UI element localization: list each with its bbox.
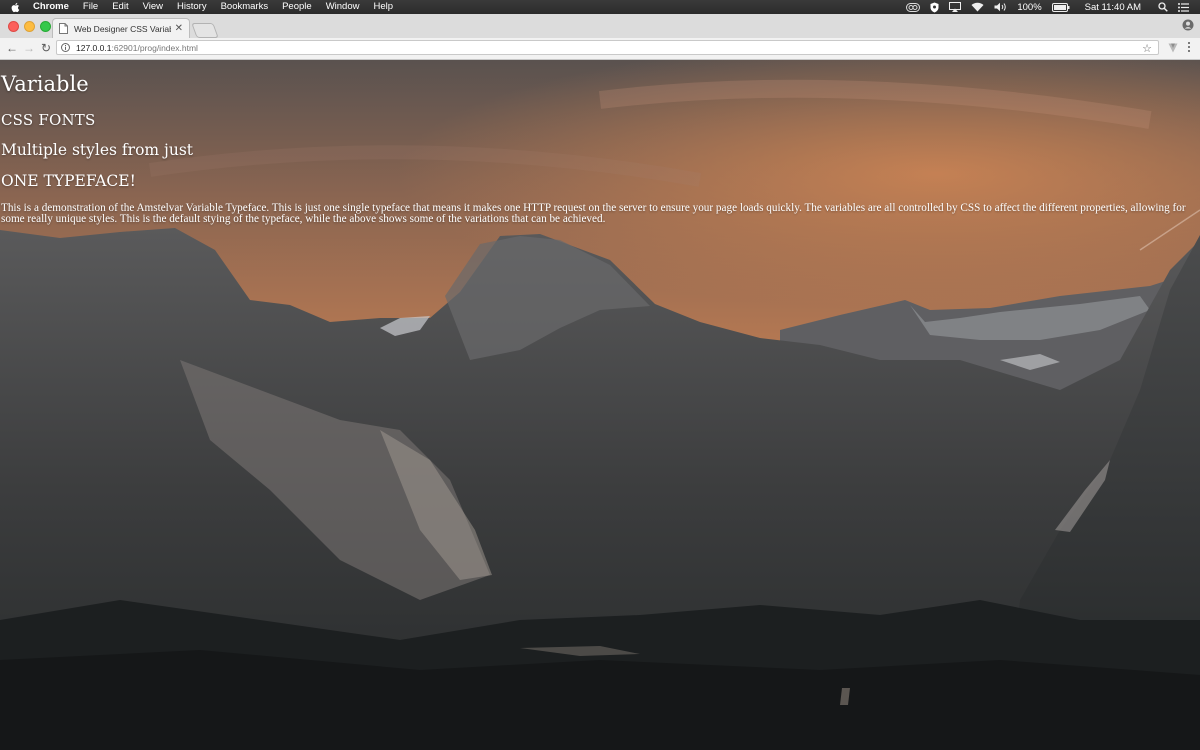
browser-menu-icon[interactable] [1188, 42, 1191, 54]
tab-title: Web Designer CSS Variable Fo [74, 23, 171, 34]
menu-view[interactable]: View [136, 0, 170, 14]
shield-icon[interactable] [930, 2, 939, 13]
menu-bookmarks[interactable]: Bookmarks [214, 0, 276, 14]
profile-icon[interactable] [1182, 19, 1194, 31]
heading-variable: Variable [1, 72, 89, 96]
reload-icon[interactable]: ↻ [40, 42, 52, 54]
bookmark-star-icon[interactable]: ☆ [1142, 42, 1152, 55]
wifi-icon[interactable] [971, 2, 984, 12]
menu-file[interactable]: File [76, 0, 105, 14]
info-icon[interactable] [61, 43, 70, 52]
menu-app-chrome[interactable]: Chrome [29, 0, 76, 14]
mountain-background-image [0, 60, 1200, 750]
battery-icon[interactable] [1051, 2, 1070, 12]
battery-percent: 100% [1017, 1, 1042, 13]
window-controls [8, 21, 51, 32]
new-tab-button[interactable] [191, 23, 219, 38]
spotlight-search-icon[interactable] [1158, 2, 1168, 12]
heading-css-fonts: CSS FONTS [1, 111, 96, 129]
clock[interactable]: Sat 11:40 AM [1085, 2, 1141, 13]
menu-bar: Chrome File Edit View History Bookmarks … [0, 0, 1200, 14]
forward-arrow-icon[interactable]: → [23, 42, 35, 54]
url-path: :62901/prog/index.html [111, 42, 198, 53]
description-paragraph: This is a demonstration of the Amstelvar… [1, 202, 1186, 225]
back-arrow-icon[interactable]: ← [6, 42, 18, 54]
menu-help[interactable]: Help [366, 0, 400, 14]
menu-edit[interactable]: Edit [105, 0, 135, 14]
menu-history[interactable]: History [170, 0, 214, 14]
maximize-window-button[interactable] [40, 21, 51, 32]
address-bar[interactable]: 127.0.0.1:62901/prog/index.html ☆ [56, 40, 1159, 55]
page-viewport: Variable CSS FONTS Multiple styles from … [0, 60, 1200, 750]
browser-toolbar: ← → ↻ 127.0.0.1:62901/prog/index.html ☆ [0, 38, 1200, 60]
document-icon [59, 23, 68, 34]
heading-multiple-styles: Multiple styles from just [1, 141, 194, 159]
browser-tab[interactable]: Web Designer CSS Variable Fo ✕ [52, 18, 190, 38]
airplay-icon[interactable] [949, 2, 962, 12]
menu-window[interactable]: Window [319, 0, 367, 14]
apple-icon[interactable] [10, 2, 20, 13]
heading-one-typeface: ONE TYPEFACE! [1, 172, 136, 190]
notification-center-icon[interactable] [1178, 2, 1189, 12]
close-tab-icon[interactable]: ✕ [175, 23, 183, 34]
minimize-window-button[interactable] [24, 21, 35, 32]
close-window-button[interactable] [8, 21, 19, 32]
menu-people[interactable]: People [275, 0, 319, 14]
volume-icon[interactable] [994, 2, 1007, 12]
creative-cloud-icon[interactable] [906, 2, 921, 12]
extension-icon[interactable] [1168, 43, 1178, 53]
tab-strip: Web Designer CSS Variable Fo ✕ [0, 14, 1200, 39]
url-host: 127.0.0.1 [76, 42, 112, 53]
